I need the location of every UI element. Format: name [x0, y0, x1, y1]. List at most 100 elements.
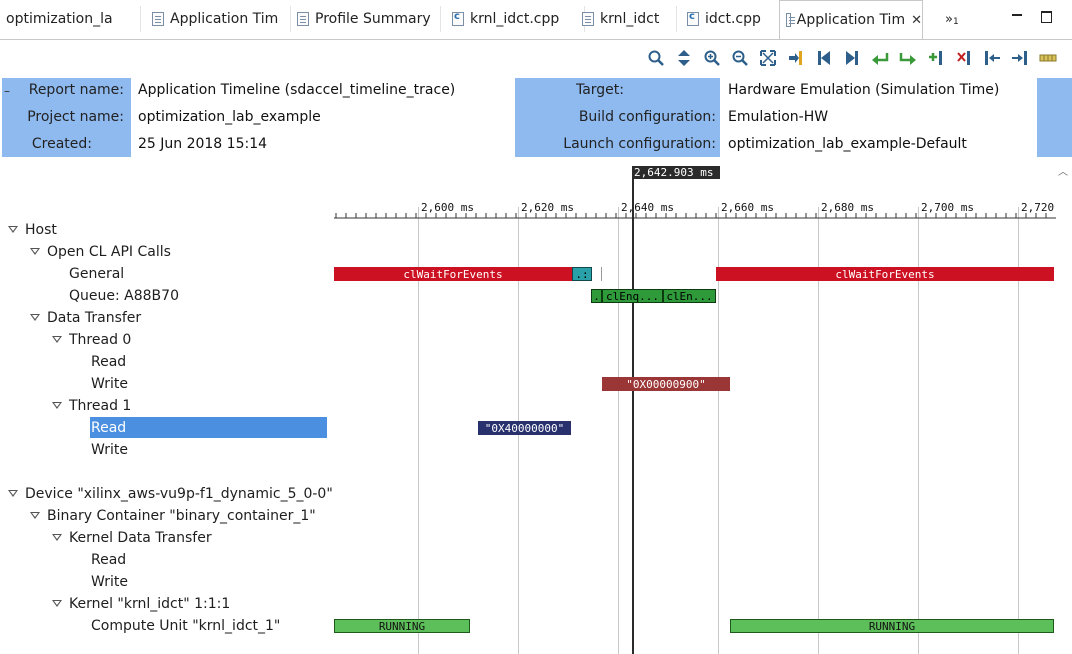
next-event-button[interactable] [898, 47, 918, 69]
timeline-view[interactable] [0, 160, 1072, 654]
tree-kdt-read[interactable]: Read [91, 552, 126, 568]
remove-marker-button[interactable] [954, 47, 974, 69]
cpp-file-icon [687, 11, 699, 26]
tab-krnl-idct[interactable]: krnl_idct [582, 0, 677, 38]
report-name-label: Report name: [28, 82, 124, 98]
previous-event-button[interactable] [870, 47, 890, 69]
tab-divider [440, 6, 441, 32]
tree-data-transfer[interactable]: Data Transfer [47, 310, 141, 326]
tab-application-timeline-active[interactable]: Application Tim ✕ [779, 0, 923, 39]
cpp-file-icon [452, 11, 464, 26]
next-marker-button[interactable] [1010, 47, 1030, 69]
previous-marker-button[interactable] [982, 47, 1002, 69]
tree-thread0-read[interactable]: Read [91, 354, 126, 370]
time-cursor[interactable] [632, 179, 634, 654]
tree-kdt-write[interactable]: Write [91, 574, 128, 590]
zoom-out-button[interactable] [730, 47, 750, 69]
first-event-button[interactable] [814, 47, 834, 69]
tree-kernel[interactable]: Kernel "krnl_idct" 1:1:1 [69, 596, 230, 612]
event-api-small[interactable]: .: [572, 267, 592, 281]
tree-general[interactable]: General [69, 266, 124, 282]
tab-label: krnl_idct.cpp [470, 11, 560, 27]
tree-thread1-read[interactable]: Read [91, 420, 126, 436]
tree-opencl-api-calls[interactable]: Open CL API Calls [47, 244, 171, 260]
tree-thread-1[interactable]: Thread 1 [69, 398, 131, 414]
tree-kernel-data-transfer[interactable]: Kernel Data Transfer [69, 530, 212, 546]
collapse-triangle-icon[interactable] [52, 600, 62, 607]
last-event-button[interactable] [842, 47, 862, 69]
collapse-triangle-icon[interactable] [52, 402, 62, 409]
document-icon [582, 12, 594, 26]
tree-device[interactable]: Device "xilinx_aws-vu9p-f1_dynamic_5_0-0… [25, 486, 333, 502]
cursor-time-label[interactable]: 2,642.903 ms [632, 166, 720, 179]
report-name-value: Application Timeline (sdaccel_timeline_t… [138, 82, 456, 98]
project-name-value: optimization_lab_example [138, 109, 321, 125]
event-clwaitforevents[interactable]: clWaitForEvents [334, 267, 572, 281]
build-configuration-label: Build configuration: [578, 109, 716, 125]
marker-arrow-icon [789, 51, 802, 65]
collapse-triangle-icon[interactable] [30, 248, 40, 255]
tab-label: krnl_idct [600, 11, 660, 27]
collapse-triangle-icon[interactable] [8, 226, 18, 233]
event-compute-unit-running[interactable]: RUNNING [730, 619, 1054, 633]
first-icon [818, 51, 830, 65]
project-name-label: Project name: [27, 109, 124, 125]
event-queue-enqueue[interactable]: clEn... [663, 289, 716, 303]
remove-marker-icon [957, 51, 970, 65]
close-icon[interactable]: ✕ [911, 13, 922, 28]
minimize-button[interactable] [1012, 0, 1028, 38]
maximize-button[interactable] [1041, 0, 1057, 38]
event-compute-unit-running[interactable]: RUNNING [334, 619, 470, 633]
event-queue[interactable]: . [591, 289, 602, 303]
zoom-in-button[interactable] [702, 47, 722, 69]
next-marker-icon [1012, 51, 1027, 65]
tab-krnl-idct-cpp[interactable]: krnl_idct.cpp [452, 0, 582, 38]
target-value: Hardware Emulation (Simulation Time) [728, 82, 1000, 98]
document-icon [786, 13, 795, 27]
build-configuration-value: Emulation-HW [728, 109, 829, 125]
add-marker-button[interactable] [926, 47, 946, 69]
tab-label: optimization_la [6, 11, 113, 27]
collapse-triangle-icon[interactable] [8, 490, 18, 497]
event-queue-enqueue[interactable]: clEnq... [602, 289, 663, 303]
find-button[interactable] [646, 47, 666, 69]
tab-profile-summary[interactable]: Profile Summary [297, 0, 437, 38]
event-thread0-write[interactable]: "0X00000900" [602, 377, 730, 391]
tab-divider [290, 6, 291, 32]
editor-tab-bar: optimization_la Application Tim Profile … [0, 0, 1072, 40]
tab-divider [140, 6, 141, 32]
collapse-triangle-icon[interactable] [30, 314, 40, 321]
collapse-triangle-icon[interactable] [52, 534, 62, 541]
tree-thread-0[interactable]: Thread 0 [69, 332, 131, 348]
collapse-triangle-icon[interactable] [52, 336, 62, 343]
tab-application-timeline[interactable]: Application Tim [152, 0, 287, 38]
tab-overflow-button[interactable]: » 1 [945, 0, 975, 38]
tree-thread1-write[interactable]: Write [91, 442, 128, 458]
tree-compute-unit[interactable]: Compute Unit "krnl_idct_1" [91, 618, 280, 634]
event-thread1-read[interactable]: "0X40000000" [478, 421, 571, 435]
expand-collapse-button[interactable] [674, 47, 694, 69]
go-to-marker-button[interactable] [786, 47, 806, 69]
document-icon [297, 12, 309, 26]
event-clwaitforevents[interactable]: clWaitForEvents [716, 267, 1054, 281]
add-marker-icon [929, 51, 942, 65]
tick-label: 2,700 ms [921, 201, 974, 214]
created-label: Created: [31, 136, 92, 152]
last-icon [846, 51, 858, 65]
tick-label: 2,640 ms [621, 201, 674, 214]
tree-thread0-write[interactable]: Write [91, 376, 128, 392]
legend-button[interactable] [1038, 47, 1058, 69]
zoom-fit-icon [760, 50, 776, 66]
zoom-fit-button[interactable] [758, 47, 778, 69]
tree-binary-container[interactable]: Binary Container "binary_container_1" [47, 508, 316, 524]
tab-optimization-lab[interactable]: optimization_la [6, 0, 136, 38]
maximize-icon [1041, 11, 1052, 23]
collapse-triangle-icon[interactable] [30, 512, 40, 519]
tree-queue[interactable]: Queue: A88B70 [69, 288, 179, 304]
created-value: 25 Jun 2018 15:14 [138, 136, 268, 152]
scroll-up-icon[interactable]: ︿ [1058, 163, 1068, 178]
target-label: Target: [575, 82, 624, 98]
document-icon [152, 12, 164, 26]
tab-idct-cpp[interactable]: idct.cpp [687, 0, 777, 38]
tree-host[interactable]: Host [25, 222, 57, 238]
